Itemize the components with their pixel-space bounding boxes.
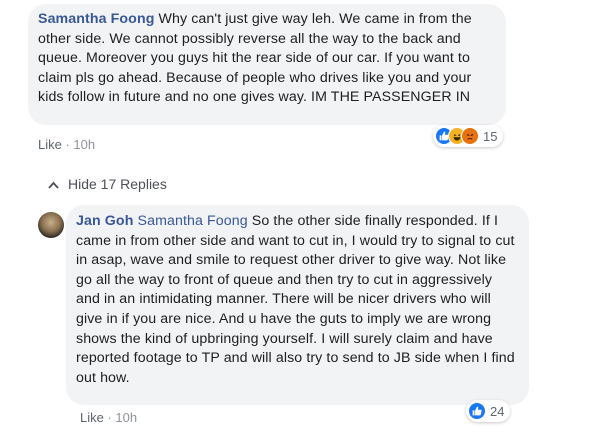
comment-author[interactable]: Samantha Foong — [38, 11, 154, 27]
reply-mention[interactable]: Samantha Foong — [138, 213, 248, 229]
reply-time[interactable]: 10h — [115, 410, 137, 425]
reply-meta: Like · 10h — [80, 410, 137, 425]
reply-bubble: Jan Goh Samantha Foong So the other side… — [66, 205, 529, 405]
comment-meta: Like · 10h — [38, 137, 95, 152]
reply-text: So the other side finally responded. If … — [76, 213, 515, 386]
avatar[interactable] — [38, 212, 64, 238]
like-icon — [468, 402, 486, 420]
reaction-count: 15 — [483, 128, 498, 144]
meta-separator: · — [103, 410, 116, 425]
like-button[interactable]: Like — [38, 137, 62, 152]
reply-author[interactable]: Jan Goh — [76, 213, 133, 229]
reply-like-button[interactable]: Like — [80, 410, 104, 425]
meta-separator: · — [61, 137, 74, 152]
comment-bubble: Samantha Foong Why can't just give way l… — [28, 4, 506, 125]
reply-reaction-count: 24 — [490, 403, 505, 419]
reactions-summary[interactable]: 15 — [433, 125, 504, 147]
hide-replies-button[interactable]: Hide 17 Replies — [48, 176, 167, 192]
reply-reactions-summary[interactable]: 24 — [466, 400, 511, 422]
chevron-up-icon — [48, 176, 59, 192]
angry-icon — [461, 127, 479, 145]
comment-time[interactable]: 10h — [73, 137, 95, 152]
hide-replies-label: Hide 17 Replies — [68, 176, 167, 192]
